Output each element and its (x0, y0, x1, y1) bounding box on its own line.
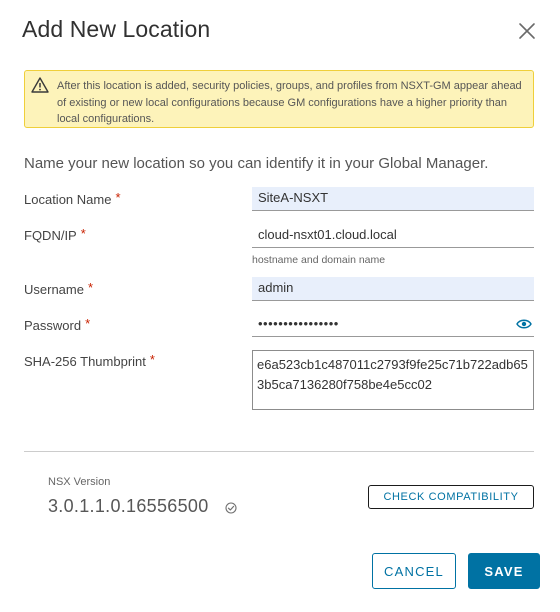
nsx-version-label: NSX Version (48, 476, 111, 488)
check-compatibility-button[interactable]: CHECK COMPATIBILITY (368, 485, 534, 509)
fqdn-label: FQDN/IP * (24, 226, 86, 243)
fqdn-helper-text: hostname and domain name (252, 254, 386, 266)
save-button[interactable]: SAVE (468, 553, 540, 589)
warning-banner: After this location is added, security p… (24, 70, 534, 128)
required-marker: * (87, 280, 94, 295)
required-marker: * (149, 352, 155, 367)
username-label-text: Username (24, 282, 84, 297)
required-marker: * (85, 316, 91, 331)
username-input[interactable]: admin (252, 277, 534, 301)
username-label: Username * (24, 280, 93, 297)
location-name-input[interactable]: SiteA-NSXT (252, 187, 534, 211)
dialog-title: Add New Location (22, 16, 211, 42)
required-marker: * (80, 226, 86, 241)
section-divider (24, 451, 534, 452)
add-location-dialog: Add New Location After this location is … (0, 0, 560, 612)
thumbprint-label-text: SHA-256 Thumbprint (24, 354, 146, 369)
fqdn-input[interactable]: cloud-nsxt01.cloud.local (252, 224, 534, 248)
close-icon[interactable] (516, 20, 538, 42)
warning-icon (31, 77, 49, 93)
check-circle-icon (225, 502, 237, 514)
form-intro: Name your new location so you can identi… (24, 155, 489, 172)
eye-icon[interactable] (516, 318, 532, 330)
cancel-button[interactable]: CANCEL (372, 553, 456, 589)
password-label-text: Password (24, 318, 82, 333)
required-marker: * (115, 190, 121, 205)
thumbprint-label: SHA-256 Thumbprint * (24, 352, 155, 369)
nsx-version-value: 3.0.1.1.0.16556500 (48, 496, 209, 516)
password-label: Password * (24, 316, 90, 333)
fqdn-label-text: FQDN/IP (24, 228, 77, 243)
location-name-label-text: Location Name (24, 192, 112, 207)
thumbprint-textarea[interactable]: e6a523cb1c487011c2793f9fe25c71b722adb653… (252, 350, 534, 410)
password-input[interactable]: •••••••••••••••• (252, 313, 534, 337)
location-name-label: Location Name * (24, 190, 121, 207)
warning-text: After this location is added, security p… (57, 80, 522, 125)
